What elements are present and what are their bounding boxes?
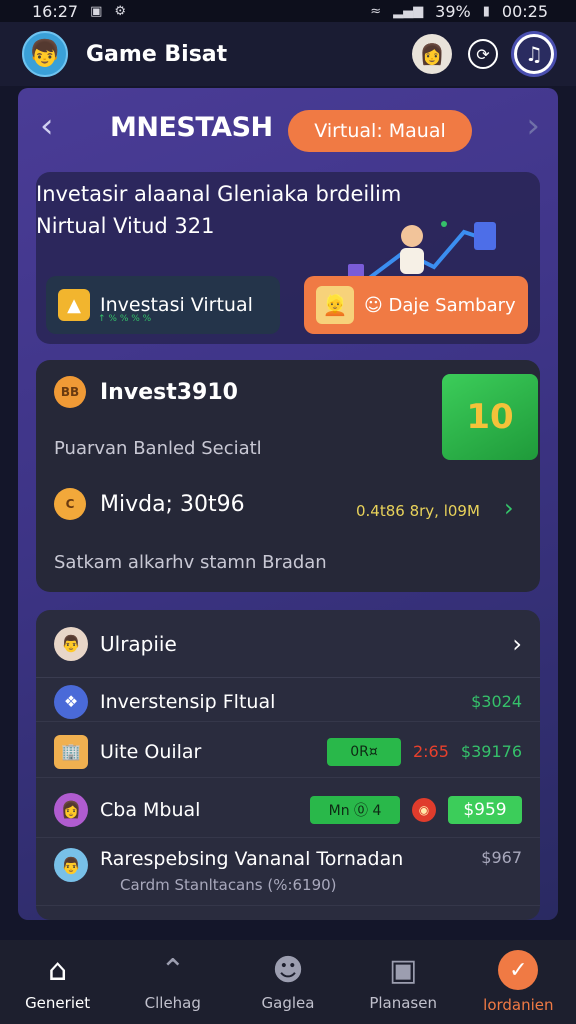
tab-label: Gaglea xyxy=(261,994,315,1012)
battery-level: 39% xyxy=(435,1,471,21)
status-clock: 00:25 xyxy=(501,1,548,21)
gold-coin-icon: C xyxy=(54,488,86,520)
mode-toggle-pill[interactable]: Virtual: Maual xyxy=(288,110,472,152)
invest-second-title: Mivda; 30t96 xyxy=(100,491,245,517)
tab-label: lordanien xyxy=(483,996,554,1014)
list-item-name: Rarespebsing Vananal Tornadan xyxy=(100,848,404,870)
lock-icon: ▣ xyxy=(388,952,418,988)
list-card: 👨 Ulrapiie › ❖ Inverstensip Fltual $3024… xyxy=(36,610,540,920)
list-item-pill: 0R¤ xyxy=(326,737,401,766)
nav-row: ‹ MNESTASH Virtual: Maual › xyxy=(18,102,558,158)
tab-label: Planasen xyxy=(369,994,437,1012)
tab-label: Generiet xyxy=(25,994,91,1012)
list-item[interactable]: 👩 Cba Mbual Mn ⓪ 4 ◉ $959 xyxy=(36,782,540,838)
bottom-tab-bar: ⌂ Generiet ⌃ Cllehag ☻ Gaglea ▣ Planasen… xyxy=(0,940,576,1024)
virtual-item-icon: ❖ xyxy=(54,684,88,719)
page-heading: MNESTASH xyxy=(110,112,273,143)
red-coin-icon: ◉ xyxy=(412,797,436,822)
status-time: 16:27 xyxy=(32,1,79,21)
list-item-pill: Mn ⓪ 4 xyxy=(310,795,400,824)
tab-lordanien[interactable]: ✓ lordanien xyxy=(463,950,573,1014)
list-item-subtitle: Cardm Stanltacans (%:6190) xyxy=(120,876,337,894)
investasi-virtual-button[interactable]: ▲ Investasi Virtual ↑ % % % % xyxy=(46,276,280,334)
profile-face-icon: 👩 xyxy=(419,42,445,66)
list-item-value: $959 xyxy=(448,795,522,824)
notification-icon: ▣ xyxy=(90,3,103,19)
invest-card: BB Invest3910 Puarvan Banled Seciatl 10 … xyxy=(36,360,540,592)
tab-planasen[interactable]: ▣ Planasen xyxy=(348,952,458,1013)
character-face-icon: 👱 xyxy=(316,286,354,324)
sparkle-icon xyxy=(441,221,447,227)
battery-icon: ▮ xyxy=(482,3,490,19)
person-avatar-icon: 👨 xyxy=(54,848,88,882)
list-item-red-value: 2:65 xyxy=(412,742,449,761)
ten-badge-icon[interactable]: 10 xyxy=(442,374,538,460)
investasi-virtual-label: Investasi Virtual xyxy=(100,294,253,316)
signal-icon: ▂▄▆ xyxy=(393,3,424,19)
daje-sambary-label: ☺ Daje Sambary xyxy=(364,294,516,316)
person-head-icon xyxy=(401,225,423,247)
tab-label: Cllehag xyxy=(144,994,201,1012)
app-title: Game Bisat xyxy=(86,41,228,67)
next-arrow-icon[interactable]: › xyxy=(526,106,540,146)
list-item-name: Cba Mbual xyxy=(100,798,201,821)
user-avatar[interactable]: 👦 xyxy=(22,31,68,77)
invest-stat: 0.4t86 8ry, l09M xyxy=(356,502,480,520)
tab-cllehag[interactable]: ⌃ Cllehag xyxy=(118,952,228,1013)
list-item-name: Uite Ouilar xyxy=(100,740,202,763)
person-body-icon xyxy=(400,248,424,274)
list-header-label: Ulrapiie xyxy=(100,631,177,656)
previous-arrow-icon[interactable]: ‹ xyxy=(40,106,54,146)
tab-gaglea[interactable]: ☻ Gaglea xyxy=(233,952,343,1013)
check-icon: ✓ xyxy=(498,950,539,990)
app-header: 👦 Game Bisat 👩 ⟳ ♫ xyxy=(0,22,576,86)
investasi-virtual-sublabel: ↑ % % % % xyxy=(98,314,152,324)
profile-button[interactable]: 👩 xyxy=(412,34,452,74)
invest-subtitle: Puarvan Banled Seciatl xyxy=(54,438,262,459)
main-panel: ‹ MNESTASH Virtual: Maual › Invetasir al… xyxy=(18,88,558,920)
list-item[interactable]: 👨 Rarespebsing Vananal Tornadan $967 xyxy=(36,842,540,906)
treasure-chest-icon: ▲ xyxy=(58,289,90,321)
chart-block-icon xyxy=(474,222,496,250)
settings-icon: ⚙ xyxy=(114,3,127,19)
wifi-icon: ≈ xyxy=(370,3,382,19)
list-item-value: $3024 xyxy=(471,692,522,711)
list-item[interactable]: 🏢 Uite Ouilar 0R¤ 2:65 $39176 xyxy=(36,726,540,778)
building-icon: 🏢 xyxy=(54,734,88,769)
home-icon: ⌂ xyxy=(48,952,68,988)
list-item-name: Inverstensip Fltual xyxy=(100,690,276,713)
house-outline-icon: ⌃ xyxy=(160,952,186,988)
music-icon: ♫ xyxy=(525,42,543,66)
list-header[interactable]: 👨 Ulrapiie › xyxy=(36,610,540,678)
character-avatar-icon: 👩 xyxy=(54,792,88,827)
chevron-right-icon[interactable]: › xyxy=(504,494,514,522)
list-item[interactable]: ❖ Inverstensip Fltual $3024 xyxy=(36,682,540,722)
chevron-right-icon: › xyxy=(512,629,522,658)
invest-title: Invest3910 xyxy=(100,379,238,405)
invest-footer: Satkam alkarhv stamn Bradan xyxy=(54,552,327,573)
refresh-icon: ⟳ xyxy=(476,44,490,64)
invest-title-row: BB Invest3910 xyxy=(54,376,238,408)
invest-second-row[interactable]: C Mivda; 30t96 xyxy=(54,488,245,520)
list-item-value: $39176 xyxy=(460,742,522,761)
list-item-value: $967 xyxy=(481,848,522,867)
user-avatar-small: 👨 xyxy=(54,626,88,661)
hero-line-1: Invetasir alaanal Gleniaka brdeilim xyxy=(36,182,402,206)
status-bar: 16:27 ▣ ⚙ ≈ ▂▄▆ 39% ▮ 00:25 xyxy=(0,0,576,22)
smile-icon: ☻ xyxy=(272,952,304,988)
coin-icon: BB xyxy=(54,376,86,408)
daje-sambary-button[interactable]: 👱 ☺ Daje Sambary xyxy=(304,276,528,334)
music-button[interactable]: ♫ xyxy=(514,34,554,74)
tab-generiet[interactable]: ⌂ Generiet xyxy=(3,952,113,1013)
refresh-button[interactable]: ⟳ xyxy=(468,39,498,69)
